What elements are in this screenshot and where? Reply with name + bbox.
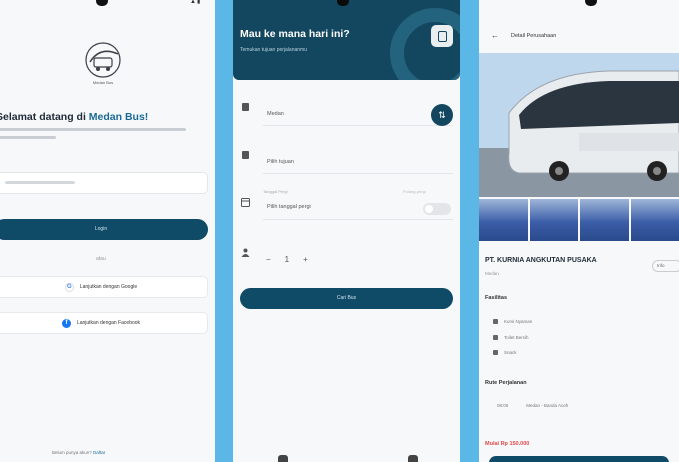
bus-stop-icon (242, 103, 249, 111)
google-login-button[interactable]: G Lanjutkan dengan Google (0, 276, 208, 298)
gallery-thumb[interactable] (529, 199, 578, 241)
facebook-login-button[interactable]: f Lanjutkan dengan Facebook (0, 312, 208, 334)
facilities-title: Fasilitas (485, 295, 508, 301)
route-time: 08:00 (497, 403, 509, 408)
google-button-label: Lanjutkan dengan Google (79, 284, 138, 290)
camera-notch (585, 0, 597, 6)
register-footer: Belum punya akun? Daftar (52, 450, 105, 455)
welcome-prefix: Selamat datang di (0, 111, 89, 123)
book-button[interactable] (489, 456, 669, 462)
route-title: Rute Perjalanan (485, 380, 527, 386)
decrement-button[interactable]: − (266, 255, 271, 264)
gallery-thumb[interactable] (580, 199, 629, 241)
toilet-icon (493, 335, 498, 340)
to-value: Pilih tujuan (267, 159, 294, 165)
status-icons: ▲▮ (190, 0, 202, 5)
swap-button[interactable]: ⇅ (431, 104, 453, 126)
calendar-icon (241, 198, 250, 207)
facebook-icon: f (61, 318, 71, 328)
passenger-count: 1 (284, 255, 290, 264)
photo-gallery[interactable] (479, 199, 679, 241)
gallery-thumb[interactable] (630, 199, 679, 241)
company-name: PT. KURNIA ANGKUTAN PUSAKA (485, 257, 597, 264)
bottom-navigation (278, 455, 418, 462)
ticket-button[interactable] (431, 25, 453, 47)
info-badge[interactable]: Info (652, 260, 679, 272)
facility-label: Snack (504, 350, 517, 355)
roundtrip-label: Pulang-pergi (403, 189, 426, 194)
facility-item: Kursi Nyaman (493, 319, 532, 324)
gallery-thumb[interactable] (479, 199, 528, 241)
price-label: Mulai Rp 150.000 (485, 441, 530, 447)
welcome-highlight: Medan Bus! (88, 111, 149, 123)
page-subtitle: Temukan tujuan perjalananmu (240, 47, 307, 53)
detail-title: Detail Perusahaan (511, 33, 557, 39)
ticket-icon (437, 30, 447, 42)
divider-text: atau (96, 256, 106, 262)
nav-home-icon[interactable] (278, 455, 288, 462)
search-screen: Mau ke mana hari ini? Temukan tujuan per… (233, 0, 460, 462)
passenger-icon (241, 248, 250, 257)
back-arrow-icon[interactable]: ← (491, 31, 499, 40)
login-button[interactable]: Login (0, 219, 208, 240)
facebook-button-label: Lanjutkan dengan Facebook (76, 320, 141, 326)
google-icon: G (64, 282, 74, 292)
facility-label: Toilet Bersih (504, 335, 529, 340)
date-value: Pilih tanggal pergi (267, 204, 311, 210)
nav-profile-icon[interactable] (408, 455, 418, 462)
bus-photo (479, 53, 679, 197)
register-link[interactable]: Daftar (93, 450, 105, 455)
snack-icon (493, 350, 498, 355)
increment-button[interactable]: + (303, 255, 308, 264)
field-divider (263, 219, 453, 220)
facility-item: Snack (493, 350, 517, 355)
camera-notch (96, 0, 108, 6)
roundtrip-toggle[interactable] (423, 203, 451, 215)
search-header: Mau ke mana hari ini? Temukan tujuan per… (233, 0, 460, 80)
screenshot-stage: ▲▮ Medan Bus Selamat datang di Medan Bus… (0, 0, 679, 462)
facility-item: Toilet Bersih (493, 335, 529, 340)
from-value: Medan (267, 111, 284, 117)
detail-topbar: ← Detail Perusahaan (479, 30, 679, 44)
date-label: Tanggal Pergi (263, 189, 288, 194)
page-title: Mau ke mana hari ini? (240, 28, 350, 40)
company-detail-screen: ← Detail Perusahaan PT. KURNIA ANGKUTAN … (479, 0, 679, 462)
company-location: Medan (485, 271, 499, 276)
status-bar: ▲▮ (0, 0, 215, 10)
input-placeholder (5, 181, 75, 184)
toggle-knob (425, 205, 433, 213)
route-row: 08:00 Medan - Banda Aceh (497, 403, 568, 408)
route-text: Medan - Banda Aceh (526, 403, 569, 408)
field-divider (263, 125, 453, 126)
bus-logo-icon (85, 42, 121, 78)
welcome-heading: Selamat datang di Medan Bus! (0, 111, 148, 123)
passenger-stepper: − 1 + (266, 255, 308, 264)
destination-icon (242, 151, 249, 159)
seat-icon (493, 319, 498, 324)
phone-input[interactable] (0, 172, 208, 194)
footer-text: Belum punya akun? (52, 450, 94, 455)
facility-label: Kursi Nyaman (504, 319, 533, 324)
welcome-description (0, 128, 201, 148)
search-bus-button[interactable]: Cari Bus (240, 288, 453, 309)
login-screen: ▲▮ Medan Bus Selamat datang di Medan Bus… (0, 0, 215, 462)
app-logo (78, 40, 128, 82)
camera-notch (337, 0, 349, 6)
brand-caption: Medan Bus (92, 80, 114, 85)
field-divider (263, 173, 453, 174)
